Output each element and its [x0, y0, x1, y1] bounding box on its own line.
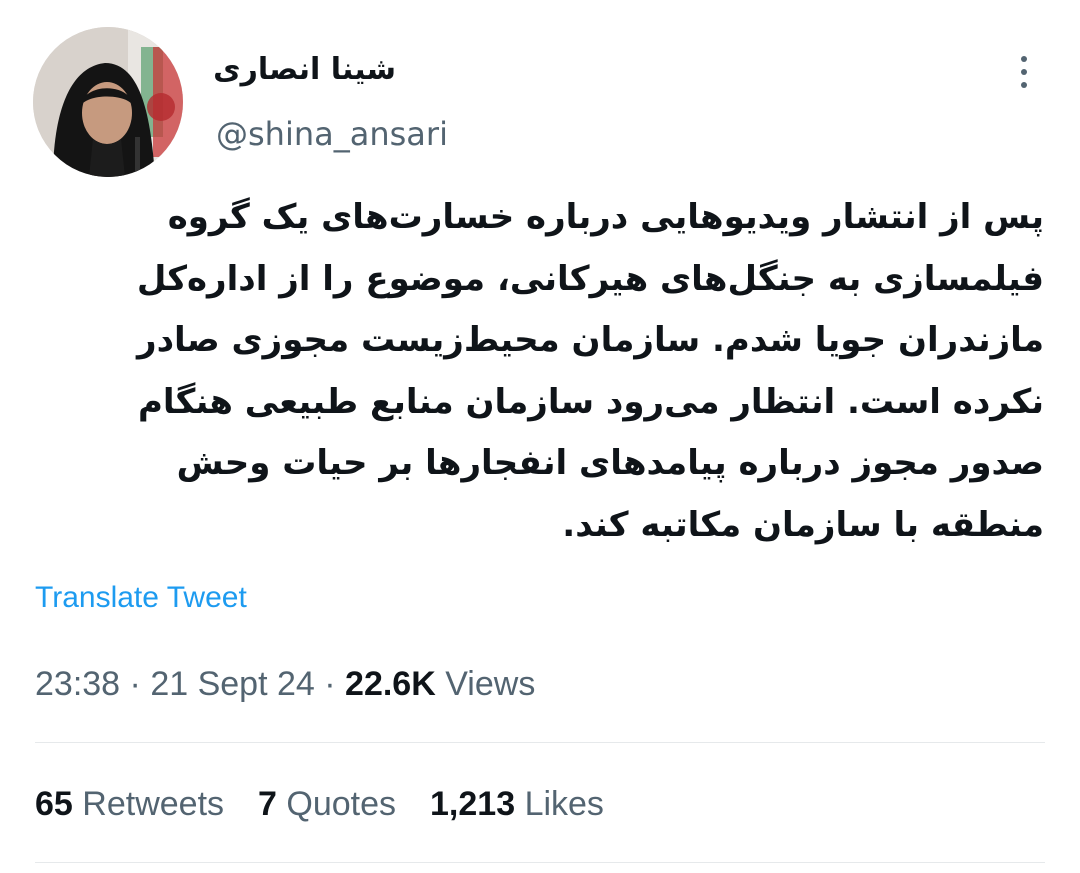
- divider: [35, 742, 1045, 743]
- meta-separator: ·: [129, 665, 141, 703]
- more-vertical-icon: [1021, 56, 1027, 88]
- quotes-stat[interactable]: 7 Quotes: [258, 785, 396, 824]
- quotes-label: Quotes: [286, 785, 397, 823]
- retweets-label: Retweets: [82, 785, 225, 823]
- likes-count: 1,213: [430, 785, 516, 823]
- more-options-button[interactable]: [1008, 50, 1040, 94]
- retweets-stat[interactable]: 65 Retweets: [35, 785, 224, 824]
- quotes-count: 7: [258, 785, 277, 823]
- translate-tweet-link[interactable]: Translate Tweet: [35, 581, 247, 615]
- avatar[interactable]: [33, 27, 183, 177]
- author-handle[interactable]: @shina_ansari: [216, 115, 448, 153]
- meta-separator: ·: [324, 665, 336, 703]
- views-count: 22.6K: [345, 665, 436, 703]
- tweet-text: پس از انتشار ویدیوهایی درباره خسارت‌های …: [136, 197, 1044, 545]
- likes-stat[interactable]: 1,213 Likes: [430, 785, 604, 824]
- user-avatar-photo: [33, 27, 183, 177]
- divider: [35, 862, 1045, 863]
- views-label: Views: [445, 665, 536, 703]
- tweet-stats: 65 Retweets 7 Quotes 1,213 Likes: [35, 785, 604, 824]
- author-display-name[interactable]: شینا انصاری: [213, 52, 396, 87]
- tweet-date[interactable]: 21 Sept 24: [150, 665, 314, 703]
- likes-label: Likes: [524, 785, 604, 823]
- tweet-time[interactable]: 23:38: [35, 665, 120, 703]
- retweets-count: 65: [35, 785, 73, 823]
- tweet-meta: 23:38 · 21 Sept 24 · 22.6K Views: [35, 665, 535, 704]
